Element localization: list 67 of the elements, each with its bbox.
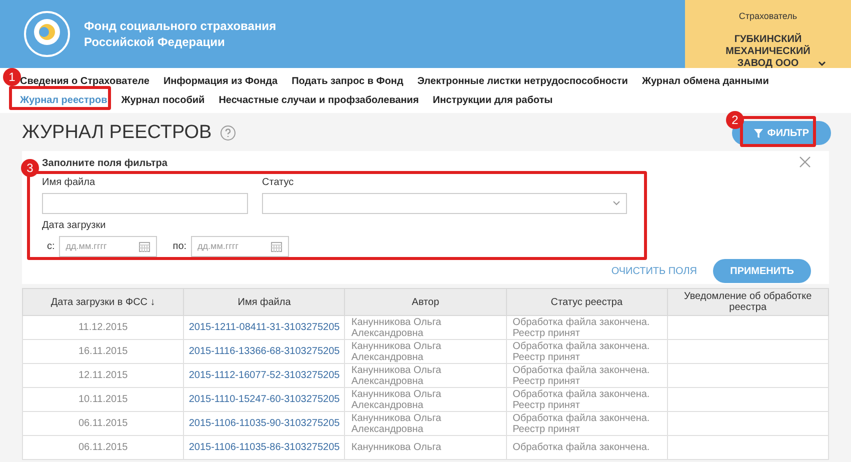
- table-cell: Обработка файла закончена. Реестр принят: [506, 364, 668, 388]
- table-cell: Канунникова Ольга Александровна: [344, 340, 506, 364]
- nav-tab[interactable]: Журнал пособий: [121, 93, 205, 108]
- insurer-label: Страхователь: [738, 10, 798, 23]
- field-label: Имя файла: [42, 176, 96, 190]
- table-cell: Канунникова Ольга Александровна: [344, 412, 506, 436]
- table-cell: 06.11.2015: [22, 412, 184, 436]
- table-cell: 11.12.2015: [22, 316, 184, 340]
- nav-tab[interactable]: Электронные листки нетрудоспособности: [417, 74, 628, 89]
- column-header[interactable]: Дата загрузки в ФСС ↓: [22, 288, 184, 316]
- column-header: Уведомление об обработке реестра: [667, 288, 828, 316]
- date-from-input[interactable]: дд.мм.гггг: [58, 236, 157, 257]
- file-link[interactable]: 2015-1211-08411-31-3103275205: [184, 316, 345, 340]
- field-label: Статус: [262, 176, 295, 190]
- file-link[interactable]: 2015-1112-16077-52-3103275205: [184, 364, 345, 388]
- table-cell: Обработка файла закончена. Реестр принят: [506, 340, 668, 364]
- status-select[interactable]: [262, 193, 627, 214]
- organization-name: Фонд социального страхования Российской Федерации: [84, 18, 278, 50]
- table-cell: Канунникова Ольга: [344, 436, 506, 460]
- nav-tab[interactable]: Подать запрос в Фонд: [292, 74, 404, 89]
- step-number-badge: 3: [21, 159, 39, 177]
- filter-title: Заполните поля фильтра: [42, 157, 168, 171]
- step-number-badge: 2: [726, 111, 744, 129]
- file-link[interactable]: 2015-1106-11035-90-3103275205: [184, 412, 345, 436]
- step-number-badge: 1: [3, 68, 21, 86]
- from-label: с:: [47, 240, 55, 254]
- clear-fields-link[interactable]: ОЧИСТИТЬ ПОЛЯ: [611, 264, 697, 278]
- help-icon[interactable]: [220, 125, 236, 141]
- page-title: ЖУРНАЛ РЕЕСТРОВ: [22, 120, 212, 145]
- insurer-panel[interactable]: Страхователь ГУБКИНСКИЙ МЕХАНИЧЕСКИЙ ЗАВОД ООО: [685, 0, 851, 68]
- file-link[interactable]: 2015-1110-15247-60-3103275205: [184, 388, 345, 412]
- nav-tab[interactable]: Информация из Фонда: [163, 74, 278, 89]
- chevron-down-icon: [613, 201, 620, 206]
- close-icon[interactable]: [799, 156, 811, 168]
- table-cell: 06.11.2015: [22, 436, 184, 460]
- to-label: по:: [172, 240, 187, 254]
- column-header: Имя файла: [184, 288, 345, 316]
- column-header: Автор: [344, 288, 506, 316]
- date-placeholder: дд.мм.гггг: [198, 240, 239, 253]
- table-cell: 10.11.2015: [22, 388, 184, 412]
- table-cell: Канунникова Ольга Александровна: [344, 388, 506, 412]
- table-cell: Обработка файла закончена. Реестр принят: [506, 388, 668, 412]
- table-cell: 16.11.2015: [22, 340, 184, 364]
- column-header: Статус реестра: [506, 288, 668, 316]
- date-placeholder: дд.мм.гггг: [66, 240, 107, 253]
- nav-tab[interactable]: Журнал реестров: [20, 93, 108, 108]
- table-cell: Канунникова Ольга Александровна: [344, 364, 506, 388]
- calendar-icon: [138, 242, 150, 252]
- nav-tab[interactable]: Журнал обмена данными: [642, 74, 769, 89]
- nav-tab[interactable]: Сведения о Страхователе: [20, 74, 150, 89]
- table-cell: Канунникова Ольга Александровна: [344, 316, 506, 340]
- table-cell: Обработка файла закончена. Реестр принят: [506, 316, 668, 340]
- file-name-input[interactable]: [42, 193, 248, 214]
- file-link[interactable]: 2015-1106-11035-86-3103275205: [184, 436, 345, 460]
- chevron-down-icon: [818, 60, 826, 68]
- nav-tab[interactable]: Инструкции для работы: [432, 93, 553, 108]
- file-link[interactable]: 2015-1116-13366-68-3103275205: [184, 340, 345, 364]
- table-cell: Обработка файла закончена.: [506, 436, 668, 460]
- table-cell: 12.11.2015: [22, 364, 184, 388]
- nav-tab[interactable]: Несчастные случаи и профзаболевания: [218, 93, 419, 108]
- insurer-name: ГУБКИНСКИЙ МЕХАНИЧЕСКИЙ ЗАВОД ООО: [724, 34, 812, 70]
- emblem-logo-icon: [22, 9, 72, 59]
- calendar-icon: [270, 242, 282, 252]
- date-to-input[interactable]: дд.мм.гггг: [190, 236, 289, 257]
- funnel-icon: [754, 128, 764, 138]
- field-label: Дата загрузки: [42, 219, 107, 233]
- table-cell: Обработка файла закончена. Реестр принят: [506, 412, 668, 436]
